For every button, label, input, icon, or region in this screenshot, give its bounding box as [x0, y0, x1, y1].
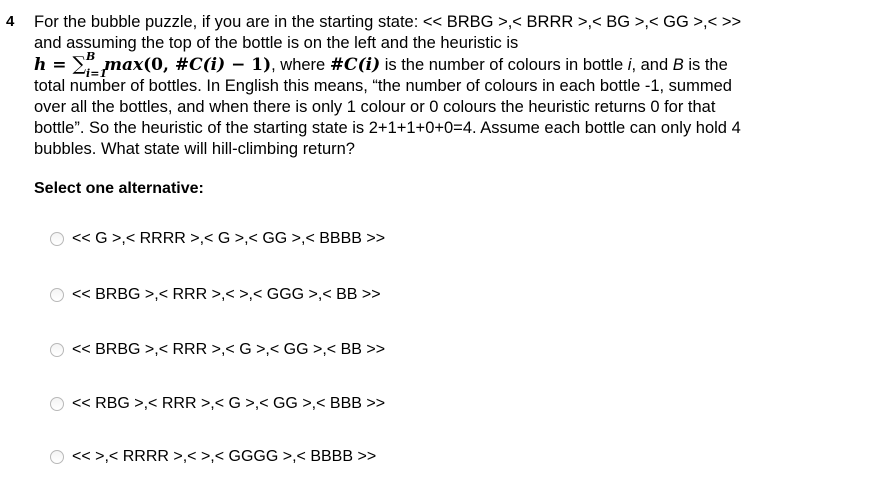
answer-option-label[interactable]: << G >,< RRRR >,< G >,< GG >,< BBBB >>: [72, 230, 385, 248]
formula-count-fn-2: #C: [329, 55, 358, 75]
radio-button[interactable]: [50, 397, 64, 411]
answer-option-5[interactable]: << >,< RRRR >,< >,< GGGG >,< BBBB >>: [50, 447, 376, 467]
sum-limits: Bi=1: [86, 50, 107, 80]
question-text: For the bubble puzzle, if you are in the…: [34, 12, 864, 160]
radio-button[interactable]: [50, 450, 64, 464]
answer-option-label[interactable]: << >,< RRRR >,< >,< GGGG >,< BBBB >>: [72, 448, 376, 466]
answer-option-3[interactable]: << BRBG >,< RRR >,< G >,< GG >,< BB >>: [50, 340, 385, 360]
heuristic-formula-line: h = ∑ Bi=1 max(0, #C(i) − 1), where #C(i)…: [34, 50, 864, 80]
formula-desc-a: is the number of colours in bottle: [380, 56, 628, 74]
formula-minus-one: − 1): [225, 55, 272, 75]
formula-h: h: [34, 55, 47, 75]
question-line-6: bottle”. So the heuristic of the startin…: [34, 119, 741, 137]
radio-button[interactable]: [50, 232, 64, 246]
formula-count-fn: #C: [174, 55, 203, 75]
question-line-5: over all the bottles, and when there is …: [34, 98, 716, 116]
question-line-2: and assuming the top of the bottle is on…: [34, 34, 519, 52]
sum-symbol: ∑: [72, 53, 87, 75]
radio-button[interactable]: [50, 288, 64, 302]
answer-option-label[interactable]: << BRBG >,< RRR >,< G >,< GG >,< BB >>: [72, 341, 385, 359]
formula-where: , where: [271, 56, 330, 74]
answer-option-2[interactable]: << BRBG >,< RRR >,< >,< GGG >,< BB >>: [50, 285, 381, 305]
formula-desc-b: , and: [631, 56, 673, 74]
question-line-7: bubbles. What state will hill-climbing r…: [34, 140, 355, 158]
radio-button[interactable]: [50, 343, 64, 357]
answer-option-4[interactable]: << RBG >,< RRR >,< G >,< GG >,< BBB >>: [50, 394, 385, 414]
question-number: 4: [6, 13, 15, 30]
formula-args-open: (0,: [143, 55, 175, 75]
question-line-1: For the bubble puzzle, if you are in the…: [34, 13, 742, 31]
answer-option-label[interactable]: << RBG >,< RRR >,< G >,< GG >,< BBB >>: [72, 395, 385, 413]
formula-desc-c: is the: [683, 56, 728, 74]
answer-option-label[interactable]: << BRBG >,< RRR >,< >,< GGG >,< BB >>: [72, 286, 381, 304]
formula-equals: =: [46, 55, 73, 75]
answer-option-1[interactable]: << G >,< RRRR >,< G >,< GG >,< BBBB >>: [50, 229, 385, 249]
question-line-4: total number of bottles. In English this…: [34, 77, 732, 95]
formula-var-B: B: [672, 56, 684, 74]
formula-paren-i-2: (i): [357, 55, 381, 75]
select-instruction: Select one alternative:: [34, 180, 204, 197]
formula-paren-i: (i): [202, 55, 226, 75]
sum-lower-limit: i=1: [86, 67, 108, 80]
